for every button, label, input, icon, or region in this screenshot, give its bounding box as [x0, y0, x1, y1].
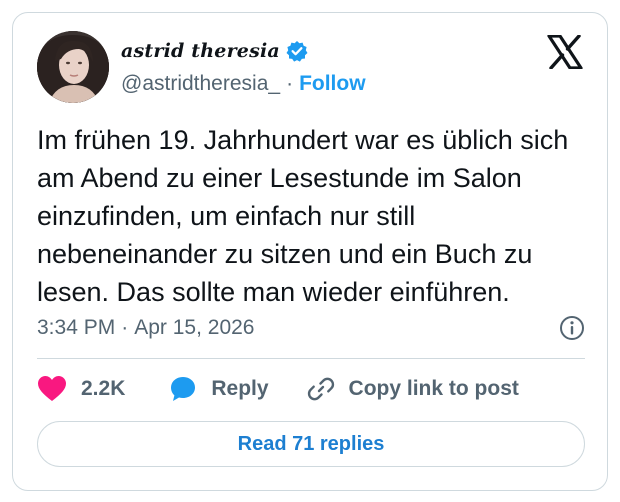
- tweet-time[interactable]: 3:34 PM: [37, 316, 115, 340]
- handle-separator: ·: [286, 72, 294, 95]
- avatar[interactable]: [37, 31, 109, 103]
- tweet-text: Im frühen 19. Jahrhundert war es üblich …: [37, 125, 569, 307]
- divider: [37, 358, 585, 359]
- meta-separator: ·: [121, 316, 129, 339]
- info-icon[interactable]: [559, 315, 585, 341]
- reply-button[interactable]: Reply: [169, 375, 269, 403]
- heart-icon: [38, 376, 66, 401]
- author-name-row: astrid theresia: [121, 37, 308, 65]
- avatar-photo: [37, 31, 109, 103]
- copy-link-button[interactable]: Copy link to post: [307, 375, 519, 403]
- speech-bubble-icon: [171, 377, 196, 401]
- tweet-date[interactable]: Apr 15, 2026: [134, 316, 254, 340]
- reply-label: Reply: [211, 377, 269, 400]
- tweet-card: astrid theresia @astridtheresia_ · Follo…: [12, 12, 608, 491]
- x-logo-icon[interactable]: [547, 34, 583, 70]
- read-replies-label: Read 71 replies: [237, 432, 385, 455]
- action-bar: 2.2K Reply Copy link to post: [37, 371, 519, 407]
- like-count: 2.2K: [81, 377, 126, 400]
- author-handle-row: @astridtheresia_ · Follow: [121, 71, 366, 97]
- author-handle[interactable]: @astridtheresia_: [121, 72, 280, 96]
- follow-button[interactable]: Follow: [299, 72, 366, 96]
- copy-link-label: Copy link to post: [348, 377, 519, 400]
- verified-badge-icon: [286, 40, 308, 62]
- author-display-name[interactable]: astrid theresia: [121, 40, 280, 62]
- link-icon: [307, 377, 334, 401]
- tweet-meta: 3:34 PM · Apr 15, 2026: [37, 313, 585, 343]
- read-replies-button[interactable]: Read 71 replies: [37, 421, 585, 467]
- like-button[interactable]: 2.2K: [37, 375, 125, 403]
